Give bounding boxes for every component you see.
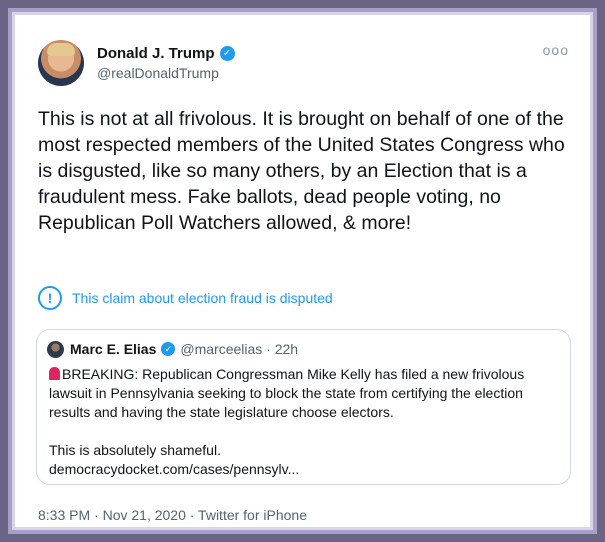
quoted-text-line2: This is absolutely shameful.: [49, 442, 221, 458]
verified-badge-icon: ✓: [219, 46, 235, 61]
quoted-text-line1: BREAKING: Republican Congressman Mike Ke…: [49, 365, 554, 422]
screenshot-frame: Donald J. Trump ✓ @realDonaldTrump ooo T…: [8, 8, 597, 534]
author-display-name[interactable]: Donald J. Trump: [97, 45, 215, 62]
notice-text[interactable]: This claim about election fraud is dispu…: [72, 290, 333, 306]
tweet-text: This is not at all frivolous. It is brou…: [38, 108, 565, 234]
quoted-text: BREAKING: Republican Congressman Mike Ke…: [49, 365, 554, 479]
avatar[interactable]: [38, 40, 84, 86]
quoted-avatar: [47, 341, 64, 358]
quoted-display-name: Marc E. Elias: [70, 341, 157, 357]
siren-icon: [49, 367, 60, 380]
disputed-claim-notice[interactable]: ! This claim about election fraud is dis…: [38, 286, 333, 310]
quoted-tweet[interactable]: Marc E. Elias ✓ @marceelias · 22h BREAKI…: [36, 329, 571, 485]
quoted-breaking-text: BREAKING: Republican Congressman Mike Ke…: [49, 366, 525, 420]
quoted-verified-badge-icon: ✓: [161, 342, 176, 356]
tweet-card: Donald J. Trump ✓ @realDonaldTrump ooo T…: [26, 26, 579, 523]
more-options-icon[interactable]: ooo: [543, 42, 569, 58]
avatar-hair: [47, 43, 75, 56]
quoted-link[interactable]: democracydocket.com/cases/pennsylv...: [49, 460, 554, 479]
quoted-header: Marc E. Elias ✓ @marceelias · 22h: [70, 341, 298, 357]
author-name-row: Donald J. Trump ✓: [97, 45, 235, 62]
tweet-timestamp[interactable]: 8:33 PM · Nov 21, 2020 · Twitter for iPh…: [38, 507, 307, 523]
author-handle[interactable]: @realDonaldTrump: [97, 65, 219, 81]
info-icon: !: [38, 286, 62, 310]
quoted-handle-time: @marceelias · 22h: [180, 341, 299, 357]
